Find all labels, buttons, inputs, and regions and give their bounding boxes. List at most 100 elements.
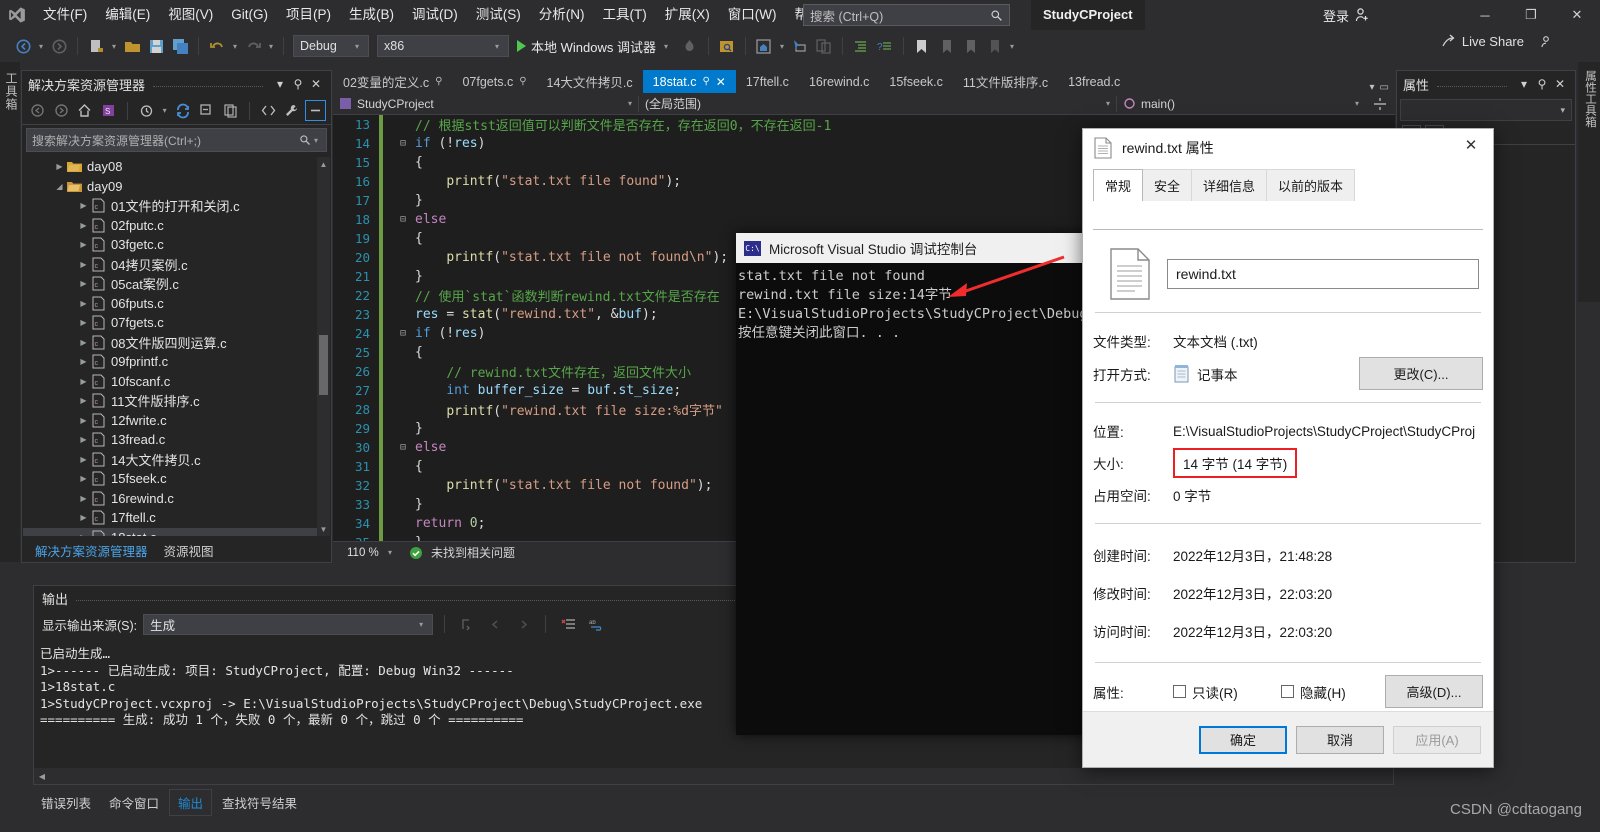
solution-tree-scrollbar[interactable]: ▲ ▼ — [317, 157, 330, 536]
show-all-files-icon[interactable] — [220, 100, 241, 121]
pin-icon[interactable]: ⚲ — [519, 76, 526, 87]
tree-expander-icon[interactable]: ▶ — [77, 299, 90, 308]
dialog-tab[interactable]: 安全 — [1142, 169, 1193, 201]
close-button[interactable]: ✕ — [1554, 0, 1600, 30]
editor-tab[interactable]: 07fgets.c ⚲ — [452, 70, 536, 93]
tab-overflow-controls[interactable]: ▾ ▭ — [1364, 82, 1395, 93]
hidden-checkbox[interactable] — [1281, 685, 1294, 698]
sign-in-button[interactable]: 登录 — [1323, 0, 1370, 30]
live-share-button[interactable]: Live Share — [1441, 34, 1554, 49]
new-project-icon[interactable] — [85, 34, 107, 58]
cancel-button[interactable]: 取消 — [1296, 725, 1384, 754]
tree-item[interactable]: ▶ c 08文件版四则运算.c — [23, 333, 317, 353]
scroll-up-icon[interactable]: ▲ — [317, 157, 330, 171]
properties-window-icon[interactable] — [305, 100, 326, 121]
pin-icon[interactable]: ⚲ — [435, 76, 442, 87]
menu-item-tools[interactable]: 工具(T) — [594, 0, 656, 30]
dialog-tab[interactable]: 以前的版本 — [1266, 169, 1356, 201]
tree-expander-icon[interactable]: ▶ — [53, 162, 66, 171]
tree-item[interactable]: ▶ c 06fputs.c — [23, 294, 317, 314]
hot-reload-icon[interactable] — [679, 34, 701, 58]
bottom-tool-tab[interactable]: 错误列表 — [33, 790, 99, 815]
editor-tab[interactable]: 02变量的定义.c ⚲ — [333, 70, 452, 93]
save-all-icon[interactable] — [169, 34, 191, 58]
minimize-button[interactable]: ─ — [1462, 0, 1508, 30]
editor-tab[interactable]: 13fread.c — [1058, 70, 1130, 93]
back-icon[interactable] — [27, 100, 48, 121]
window-layout-dropdown-icon[interactable]: ▾ — [777, 42, 787, 51]
tree-expander-icon[interactable]: ▶ — [77, 455, 90, 464]
toolbox-vertical-tab[interactable]: 工具箱 — [0, 62, 20, 562]
split-editor-icon[interactable] — [1365, 97, 1395, 111]
solution-bottom-tab[interactable]: 解决方案资源管理器 — [28, 538, 155, 563]
pin-icon[interactable]: ⚲ — [1533, 77, 1551, 91]
forward-icon[interactable] — [51, 100, 72, 121]
build-configuration-select[interactable]: Debug ▾ — [293, 35, 369, 57]
pin-icon[interactable]: ⚲ — [702, 76, 709, 87]
tree-item[interactable]: ▶ c 17ftell.c — [23, 508, 317, 528]
menu-item-extensions[interactable]: 扩展(X) — [656, 0, 719, 30]
menu-item-view[interactable]: 视图(V) — [159, 0, 222, 30]
next-bookmark-icon[interactable] — [959, 34, 981, 58]
tree-expander-icon[interactable]: ▶ — [77, 338, 90, 347]
ok-button[interactable]: 确定 — [1199, 725, 1287, 754]
next-message-icon[interactable] — [512, 612, 534, 636]
tree-expander-icon[interactable]: ▶ — [77, 533, 90, 536]
refresh-icon[interactable] — [173, 100, 194, 121]
tree-item[interactable]: ▶ c 01文件的打开和关闭.c — [23, 196, 317, 216]
editor-tab[interactable]: 15fseek.c — [879, 70, 953, 93]
dialog-tab[interactable]: 详细信息 — [1191, 169, 1268, 201]
hidden-checkbox-group[interactable]: 隐藏(H) — [1281, 682, 1385, 702]
pending-changes-icon[interactable] — [136, 100, 157, 121]
clear-output-icon[interactable] — [557, 612, 579, 636]
tree-expander-icon[interactable]: ▶ — [77, 260, 90, 269]
previous-bookmark-icon[interactable] — [935, 34, 957, 58]
bookmark-icon[interactable] — [911, 34, 933, 58]
tree-expander-icon[interactable]: ▶ — [77, 396, 90, 405]
tree-item[interactable]: ▶ c 03fgetc.c — [23, 235, 317, 255]
back-dropdown-icon[interactable]: ▾ — [36, 42, 46, 51]
tree-expander-icon[interactable]: ▶ — [77, 513, 90, 522]
search-input[interactable]: 搜索 (Ctrl+Q) — [803, 4, 1010, 26]
bottom-tool-tab[interactable]: 输出 — [169, 788, 213, 816]
redo-icon[interactable] — [242, 34, 264, 58]
tree-expander-icon[interactable]: ◢ — [53, 182, 66, 191]
tree-expander-icon[interactable]: ▶ — [77, 221, 90, 230]
apply-button[interactable]: 应用(A) — [1393, 725, 1481, 754]
tree-item[interactable]: ▶ c 09fprintf.c — [23, 352, 317, 372]
home-icon[interactable] — [74, 100, 95, 121]
undo-icon[interactable] — [206, 34, 228, 58]
menu-item-build[interactable]: 生成(B) — [340, 0, 403, 30]
tab-list-icon[interactable]: ▾ — [1370, 82, 1375, 93]
pin-icon[interactable]: ⚲ — [289, 77, 307, 91]
menu-item-debug[interactable]: 调试(D) — [403, 0, 467, 30]
chevron-down-icon[interactable]: ▾ — [661, 42, 671, 51]
change-app-button[interactable]: 更改(C)... — [1359, 357, 1483, 390]
tree-expander-icon[interactable]: ▶ — [77, 201, 90, 210]
tree-item[interactable]: ▶ day08 — [23, 157, 317, 177]
tree-item[interactable]: ▶ c 02fputc.c — [23, 216, 317, 236]
advanced-button[interactable]: 高级(D)... — [1385, 675, 1483, 708]
menu-item-edit[interactable]: 编辑(E) — [96, 0, 159, 30]
tree-expander-icon[interactable]: ▶ — [77, 357, 90, 366]
close-icon[interactable]: ✕ — [307, 77, 325, 91]
tree-item[interactable]: ▶ c 13fread.c — [23, 430, 317, 450]
bottom-tool-tab[interactable]: 命令窗口 — [101, 790, 167, 815]
comment-list-icon[interactable]: ? — [874, 34, 896, 58]
solution-tree[interactable]: ▶ day08 ◢ day09 ▶ c 01文件的打开和关闭.c ▶ c 02fputc.c ▶ c 0… — [23, 157, 317, 536]
close-icon[interactable]: ✕ — [1551, 77, 1569, 91]
start-debugging-button[interactable]: 本地 Windows 调试器 ▾ — [511, 37, 677, 56]
tab-split-icon[interactable]: ▭ — [1380, 82, 1389, 93]
toolbar-overflow-icon[interactable]: ▾ — [1007, 42, 1017, 51]
tree-expander-icon[interactable]: ▶ — [77, 377, 90, 386]
solution-bottom-tab[interactable]: 资源视图 — [157, 538, 221, 563]
menu-item-git[interactable]: Git(G) — [222, 0, 277, 30]
new-project-dropdown-icon[interactable]: ▾ — [109, 42, 119, 51]
editor-tab[interactable]: 11文件版排序.c — [953, 70, 1058, 93]
tree-expander-icon[interactable]: ▶ — [77, 416, 90, 425]
search-folder-icon[interactable] — [716, 34, 738, 58]
tree-item[interactable]: ▶ c 14大文件拷贝.c — [23, 450, 317, 470]
scroll-left-icon[interactable]: ◀ — [34, 772, 50, 781]
home-window-icon[interactable] — [753, 34, 775, 58]
select-element-icon[interactable] — [789, 34, 811, 58]
